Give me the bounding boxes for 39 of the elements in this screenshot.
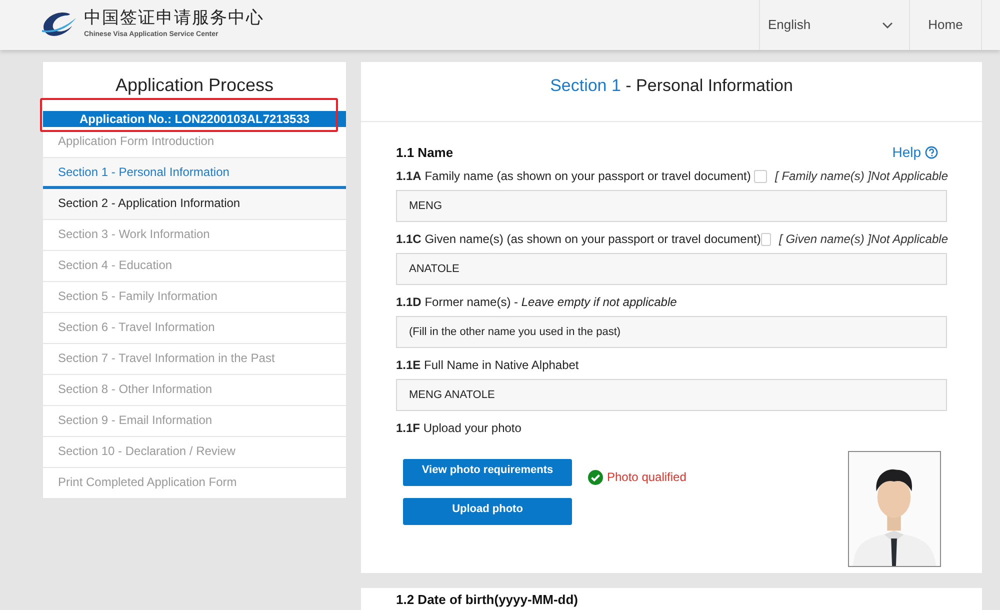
sidebar-item[interactable]: Section 10 - Declaration / Review [43, 437, 346, 468]
section-heading: Section 1 - Personal Information [361, 62, 982, 122]
sidebar-item[interactable]: Print Completed Application Form [43, 468, 346, 499]
sidebar-item[interactable]: Section 4 - Education [43, 251, 346, 282]
home-link[interactable]: Home [909, 0, 982, 50]
sidebar-item[interactable]: Section 5 - Family Information [43, 282, 346, 313]
field-label: 1.1F Upload your photo [396, 420, 522, 437]
checkbox[interactable] [760, 232, 772, 246]
input-field[interactable]: ANATOLE [396, 253, 947, 285]
field-label: 1.1A Family name (as shown on your passport or travel document) [396, 168, 751, 185]
logo-title: 中国签证申请服务中心 [84, 10, 264, 27]
logo-icon [42, 12, 78, 38]
field-label: 1.1C Given name(s) (as shown on your passport or travel document) [396, 231, 761, 248]
checkbox-label: [ Given name(s) ]Not Applicable [779, 231, 948, 248]
sidebar-item[interactable]: Section 7 - Travel Information in the Past [43, 344, 346, 375]
view-requirements-button[interactable]: View photo requirements [403, 459, 572, 486]
sidebar-item[interactable]: Section 1 - Personal Information [43, 158, 346, 189]
sidebar-title: Application Process [114, 74, 275, 97]
sidebar-item[interactable]: Section 2 - Application Information [43, 189, 346, 220]
photo-status: Photo qualified [607, 469, 686, 486]
section-heading: 1.2 Date of birth(yyyy-MM-dd) [396, 593, 580, 607]
checkbox-label: [ Family name(s) ]Not Applicable [775, 168, 948, 185]
upload-photo-button[interactable]: Upload photo [403, 498, 572, 525]
field-label: 1.1E Full Name in Native Alphabet [396, 357, 579, 374]
subsection-title: 1.1 Name [396, 144, 454, 162]
input-field[interactable]: MENG ANATOLE [396, 379, 947, 411]
language-select[interactable]: English [759, 0, 909, 50]
sidebar-item[interactable]: Section 9 - Email Information [43, 406, 346, 437]
sidebar-item[interactable]: Section 6 - Travel Information [43, 313, 346, 344]
input-field[interactable]: MENG [396, 190, 947, 222]
application-number: Application No.: LON2200103AL7213533 [43, 111, 346, 127]
chevron-down-icon [882, 22, 893, 28]
input-field[interactable]: (Fill in the other name you used in the past) [396, 316, 947, 348]
help-icon [925, 146, 938, 159]
field-label: 1.1D Former name(s) - Leave empty if not applicable [396, 294, 677, 311]
sidebar-item[interactable]: Section 8 - Other Information [43, 375, 346, 406]
sidebar-item[interactable]: Section 3 - Work Information [43, 220, 346, 251]
checkbox[interactable] [754, 170, 768, 182]
help-link[interactable]: Help [892, 142, 938, 163]
